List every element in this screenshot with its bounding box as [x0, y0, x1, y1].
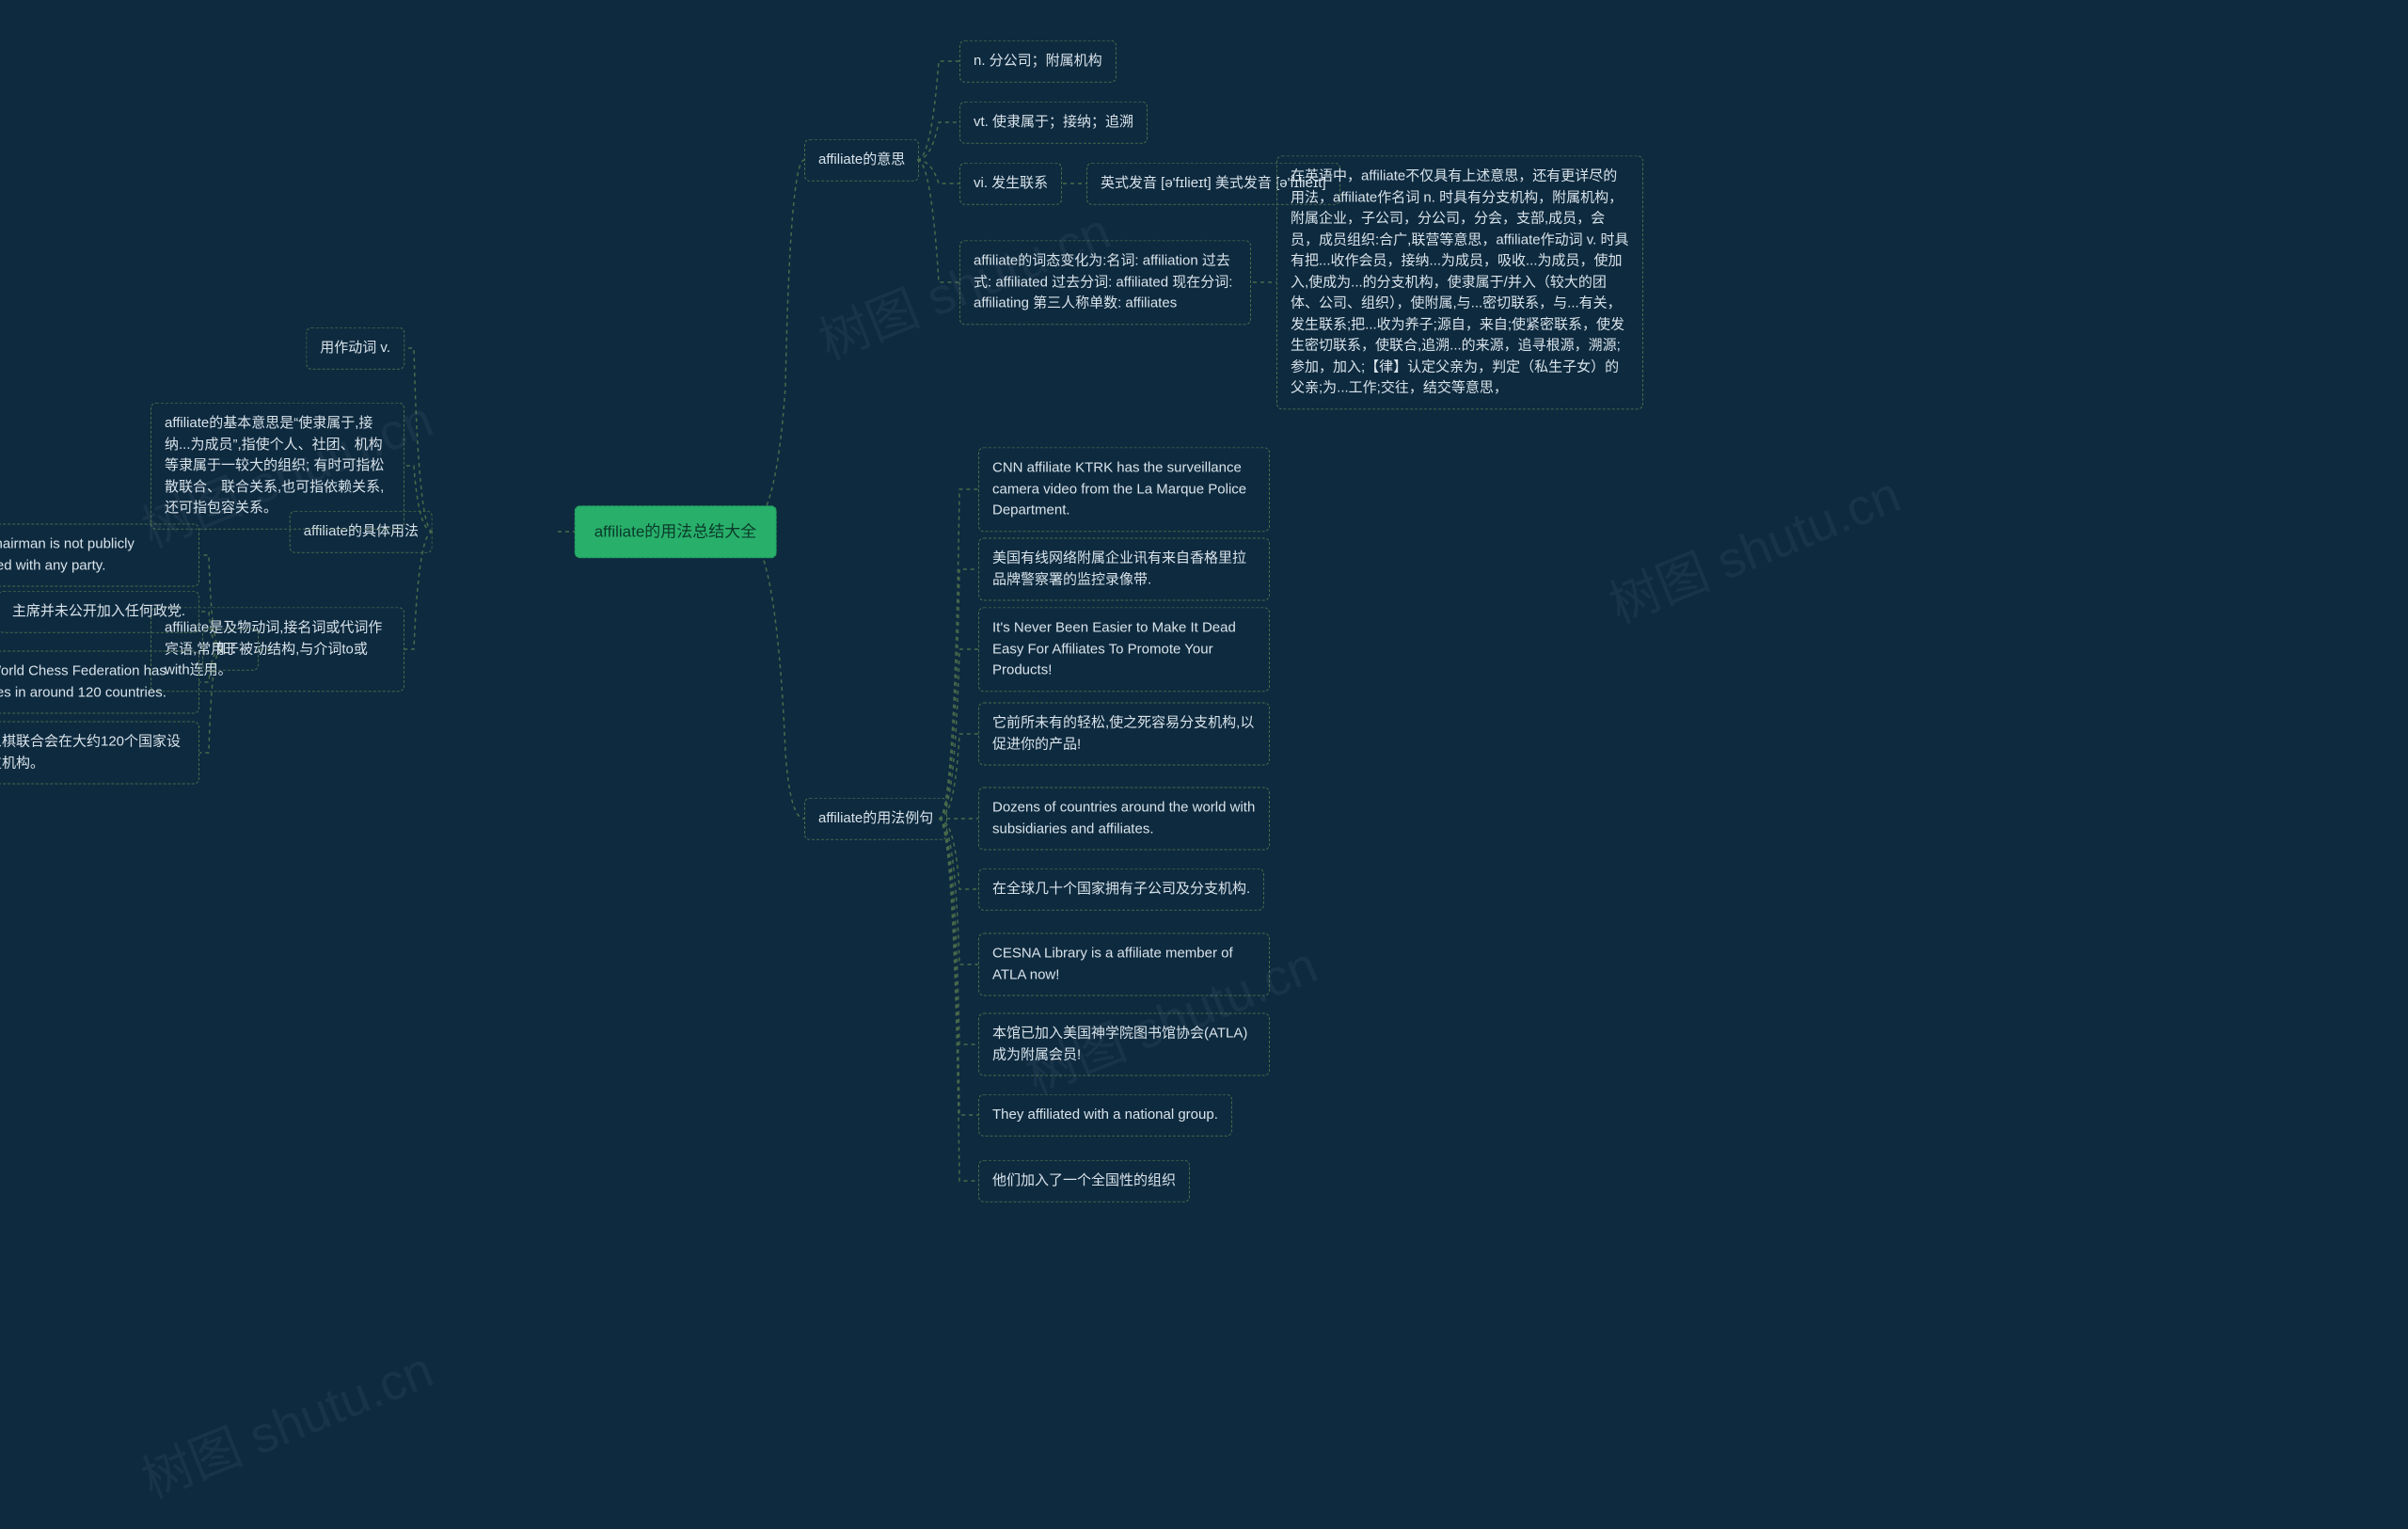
usage-verb[interactable]: 用作动词 v.: [306, 327, 404, 370]
usage-eg-1-zh[interactable]: 主席并未公开加入任何政党.: [0, 591, 199, 633]
example-5-zh[interactable]: 他们加入了一个全国性的组织: [978, 1160, 1190, 1202]
node-extended-meaning[interactable]: 在英语中，affiliate不仅具有上述意思，还有更详尽的用法，affiliat…: [1276, 155, 1643, 409]
example-3-en[interactable]: Dozens of countries around the world wit…: [978, 788, 1270, 851]
example-4-zh[interactable]: 本馆已加入美国神学院图书馆协会(ATLA)成为附属会员!: [978, 1013, 1270, 1076]
center-node[interactable]: affiliate的用法总结大全: [575, 505, 777, 558]
watermark: 树图 shutu.cn: [1596, 454, 1909, 638]
usage-eg-2-en[interactable]: The World Chess Federation has affiliate…: [0, 651, 199, 714]
example-4-en[interactable]: CESNA Library is a affiliate member of A…: [978, 933, 1270, 996]
usage-meaning[interactable]: affiliate的基本意思是“使隶属于,接纳...为成员”,指使个人、社团、机…: [150, 403, 404, 530]
branch-meaning[interactable]: affiliate的意思: [804, 139, 919, 182]
node-inflection[interactable]: affiliate的词态变化为:名词: affiliation 过去式: aff…: [959, 240, 1251, 325]
usage-eg-2-zh[interactable]: 国际象棋联合会在大约120个国家设有分支机构。: [0, 722, 199, 785]
example-5-en[interactable]: They affiliated with a national group.: [978, 1094, 1232, 1137]
node-vi[interactable]: vi. 发生联系: [959, 163, 1062, 205]
watermark: 树图 shutu.cn: [129, 1329, 442, 1513]
example-1-en[interactable]: CNN affiliate KTRK has the surveillance …: [978, 447, 1270, 532]
example-1-zh[interactable]: 美国有线网络附属企业讯有来自香格里拉品牌警察署的监控录像带.: [978, 538, 1270, 601]
example-2-en[interactable]: It's Never Been Easier to Make It Dead E…: [978, 607, 1270, 692]
usage-eg-label[interactable]: 如：: [202, 629, 259, 671]
example-2-zh[interactable]: 它前所未有的轻松,使之死容易分支机构,以促进你的产品!: [978, 703, 1270, 766]
node-vt[interactable]: vt. 使隶属于；接纳；追溯: [959, 102, 1148, 144]
usage-eg-1-en[interactable]: The chairman is not publicly affiliated …: [0, 524, 199, 587]
node-n[interactable]: n. 分公司；附属机构: [959, 40, 1117, 83]
example-3-zh[interactable]: 在全球几十个国家拥有子公司及分支机构.: [978, 868, 1264, 911]
branch-example[interactable]: affiliate的用法例句: [804, 798, 947, 840]
